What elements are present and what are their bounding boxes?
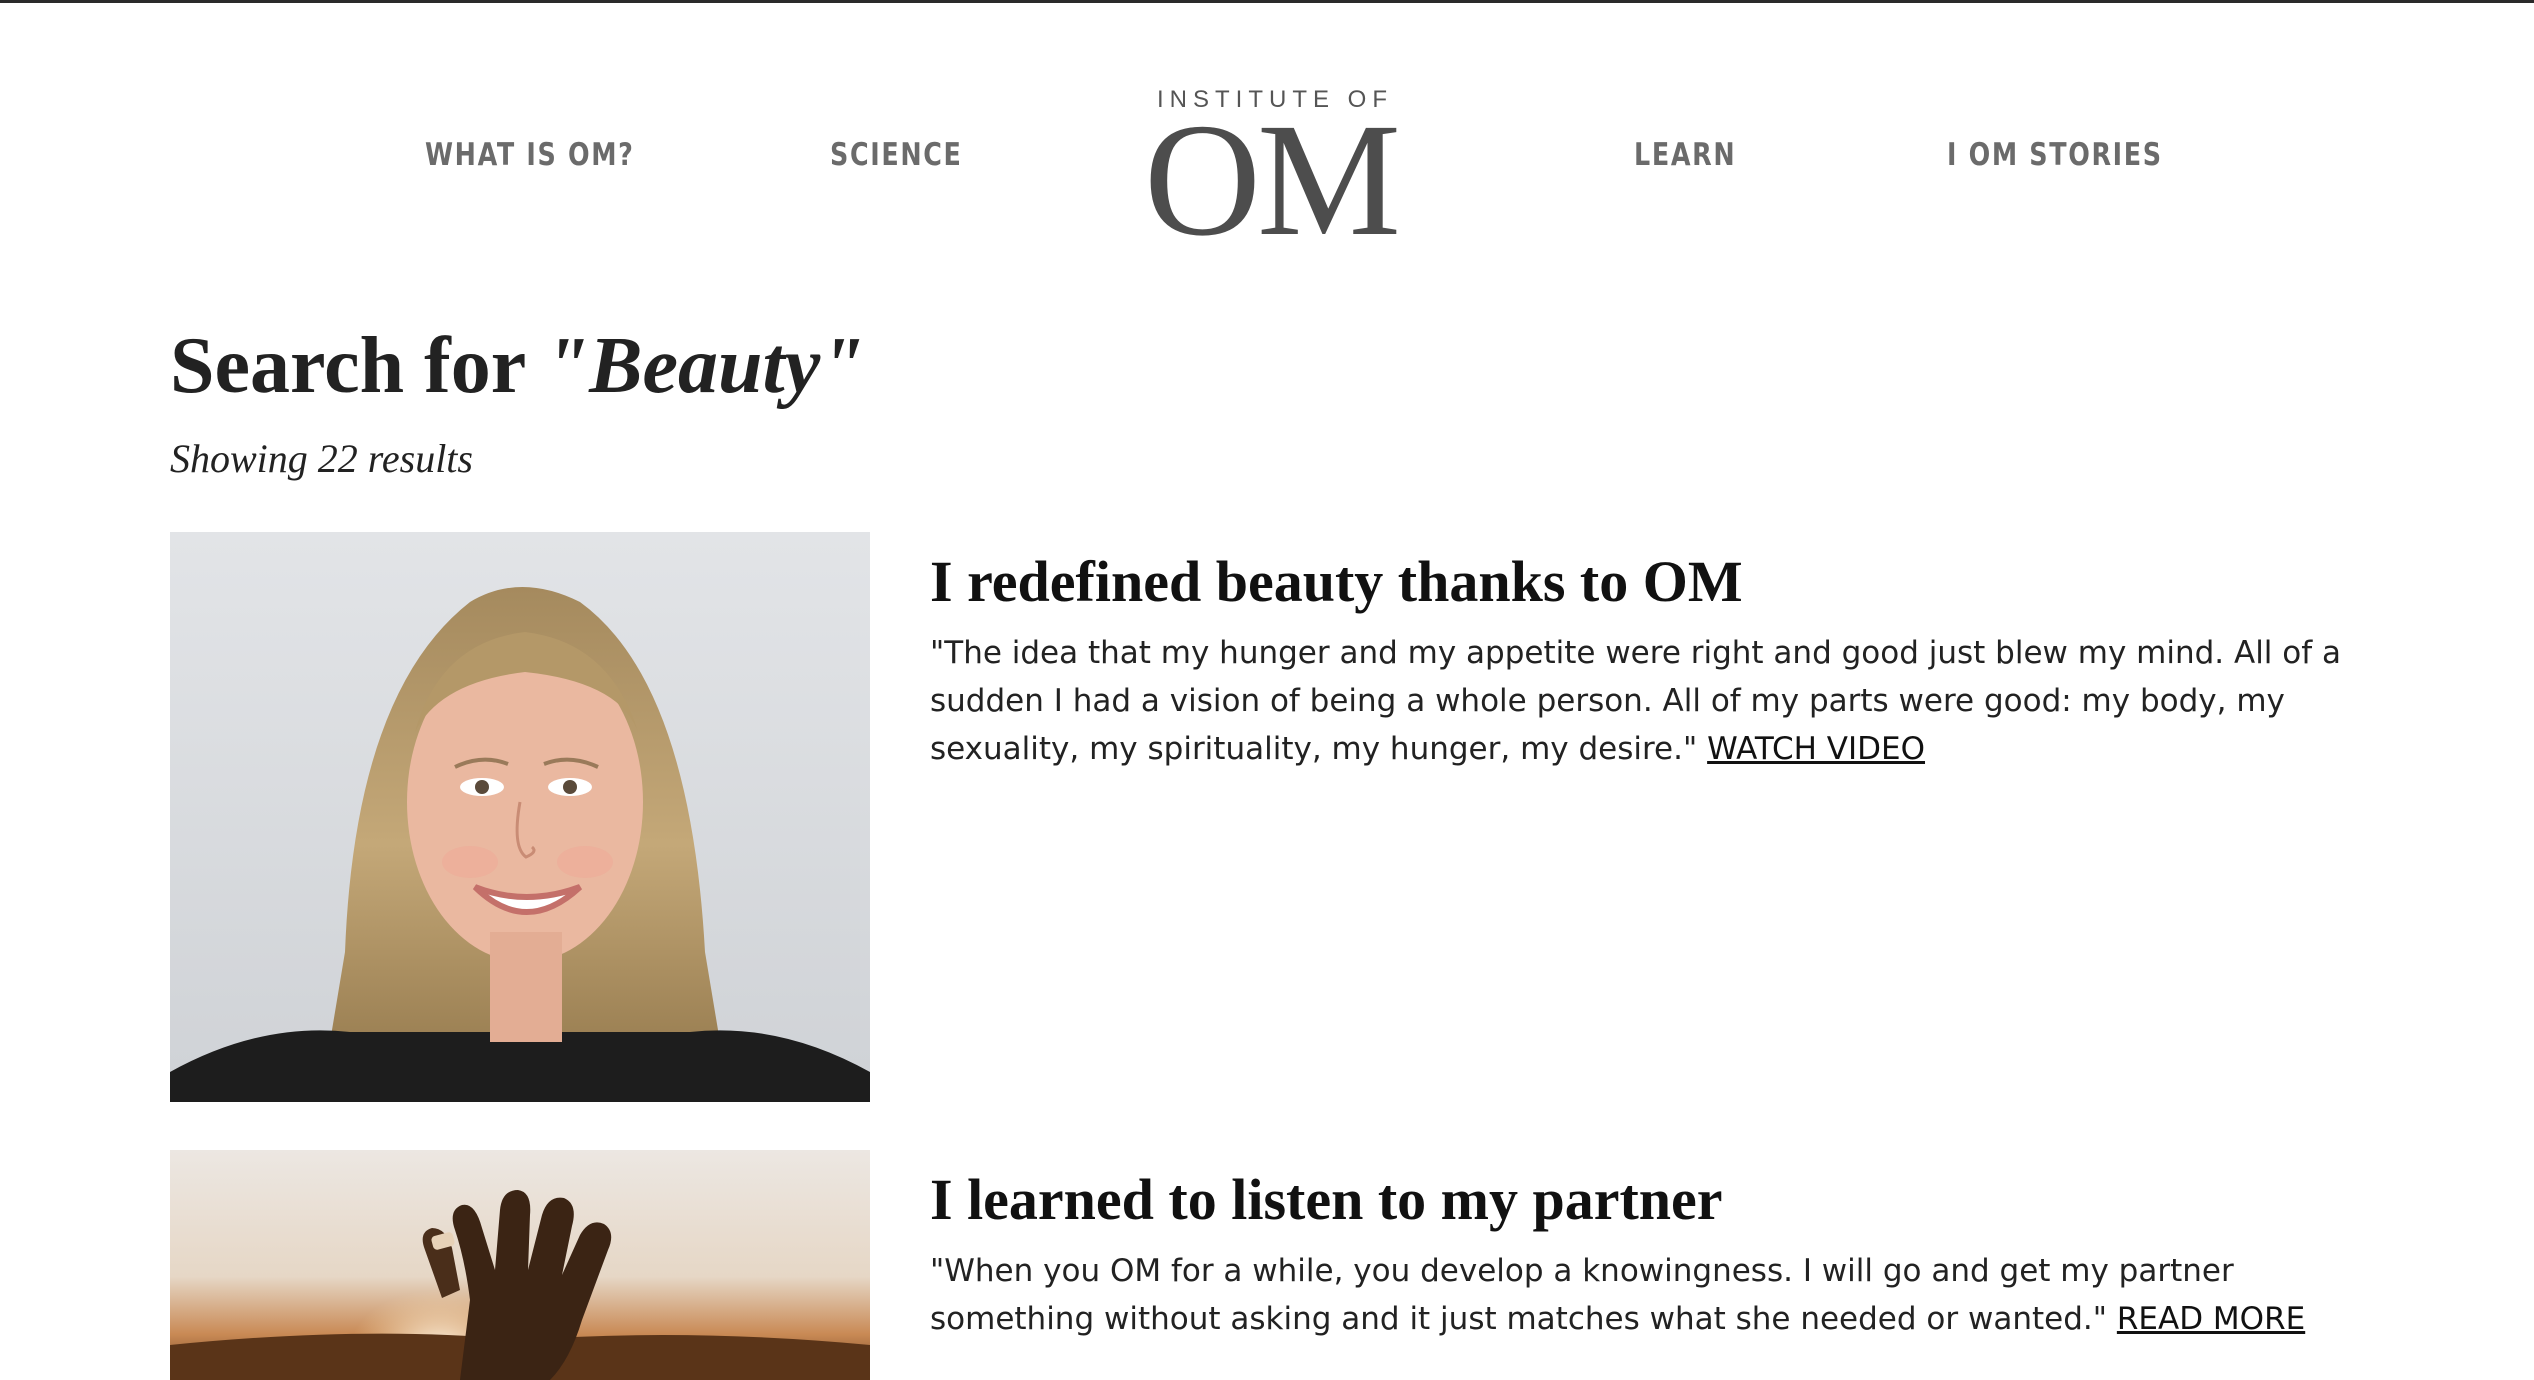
watch-video-link[interactable]: WATCH VIDEO (1707, 731, 1925, 767)
nav-item-om-stories[interactable]: I OM STORIES (1947, 137, 2163, 173)
result-excerpt: "The idea that my hunger and my appetite… (930, 629, 2400, 773)
result-count: Showing 22 results (170, 436, 473, 481)
result-thumbnail-hand-sunset[interactable] (170, 1150, 870, 1380)
portrait-image (170, 532, 870, 1102)
search-query: "Beauty" (544, 322, 865, 410)
result-excerpt: "When you OM for a while, you develop a … (930, 1247, 2400, 1343)
search-title-prefix: Search for (170, 322, 525, 410)
top-border (0, 0, 2534, 3)
result-thumbnail-woman-smiling[interactable] (170, 532, 870, 1102)
nav-item-what-is-om[interactable]: WHAT IS OM? (425, 137, 635, 173)
nav-item-science[interactable]: SCIENCE (830, 137, 963, 173)
search-title: Search for "Beauty" (170, 322, 865, 410)
site-logo[interactable]: INSTITUTE OF OM (1144, 86, 1401, 262)
logo-wordmark: OM (1144, 91, 1401, 270)
hand-image (170, 1150, 870, 1380)
result-title[interactable]: I learned to listen to my partner (930, 1166, 1723, 1233)
result-title[interactable]: I redefined beauty thanks to OM (930, 548, 1743, 615)
result-excerpt-text: "When you OM for a while, you develop a … (930, 1253, 2234, 1337)
nav-item-learn[interactable]: LEARN (1634, 137, 1736, 173)
result-excerpt-text: "The idea that my hunger and my appetite… (930, 635, 2341, 767)
read-more-link[interactable]: READ MORE (2117, 1301, 2305, 1337)
